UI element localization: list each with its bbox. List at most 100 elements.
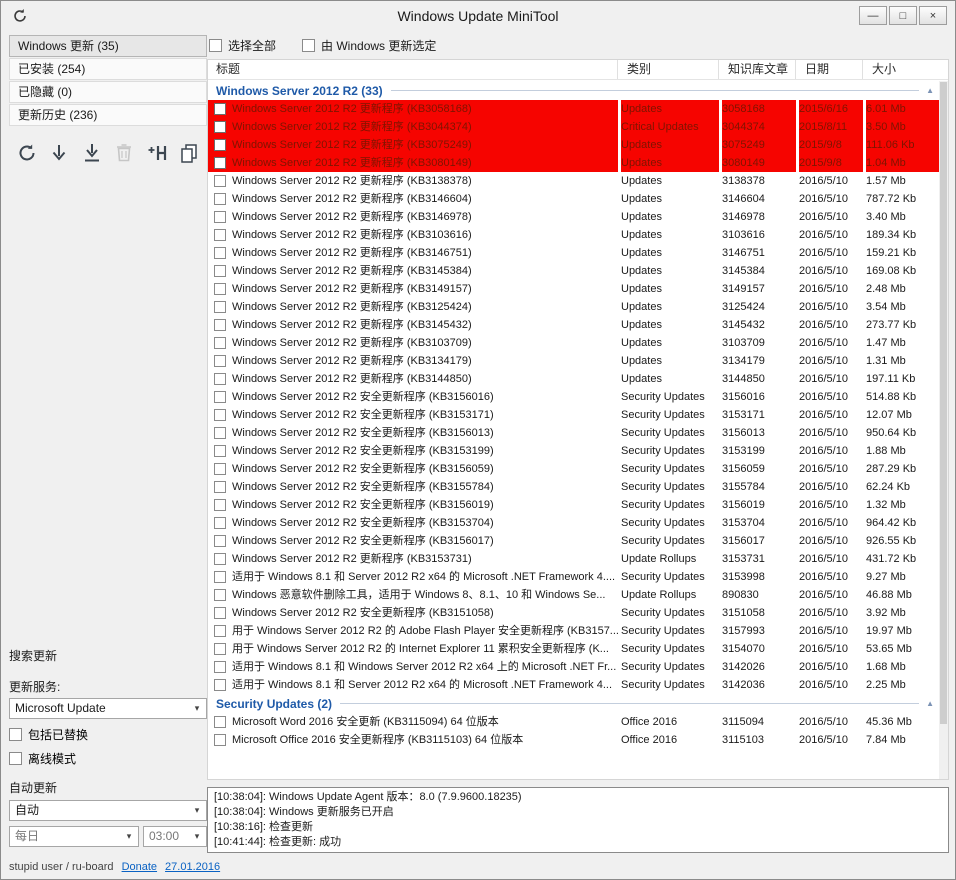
download-icon[interactable] (47, 141, 71, 165)
row-checkbox[interactable] (214, 499, 226, 511)
column-header-date[interactable]: 日期 (799, 60, 863, 79)
select-by-wu-checkbox[interactable] (302, 39, 315, 52)
row-checkbox[interactable] (214, 175, 226, 187)
app-refresh-icon[interactable] (11, 7, 29, 25)
donate-link[interactable]: Donate (122, 861, 157, 873)
update-row[interactable]: Windows Server 2012 R2 更新程序 (KB3103709)U… (208, 334, 939, 352)
row-checkbox[interactable] (214, 211, 226, 223)
schedule-time-select[interactable]: 03:00 ▾ (143, 826, 207, 847)
close-button[interactable]: × (919, 6, 947, 25)
row-checkbox[interactable] (214, 193, 226, 205)
row-checkbox[interactable] (214, 481, 226, 493)
row-checkbox[interactable] (214, 103, 226, 115)
update-row[interactable]: Windows Server 2012 R2 安全更新程序 (KB3156013… (208, 424, 939, 442)
collapse-icon[interactable]: ▲ (926, 86, 934, 95)
row-checkbox[interactable] (214, 157, 226, 169)
update-row[interactable]: Windows Server 2012 R2 更新程序 (KB3149157)U… (208, 280, 939, 298)
row-checkbox[interactable] (214, 571, 226, 583)
schedule-day-select[interactable]: 每日 ▾ (9, 826, 139, 847)
row-checkbox[interactable] (214, 319, 226, 331)
group-header[interactable]: Security Updates (2)▲ (208, 694, 939, 713)
maximize-button[interactable]: □ (889, 6, 917, 25)
update-row[interactable]: Windows Server 2012 R2 更新程序 (KB3146604)U… (208, 190, 939, 208)
update-row[interactable]: Windows Server 2012 R2 更新程序 (KB3134179)U… (208, 352, 939, 370)
nav-item-installed[interactable]: 已安装 (254) (9, 58, 207, 80)
row-checkbox[interactable] (214, 355, 226, 367)
date-link[interactable]: 27.01.2016 (165, 861, 220, 873)
row-checkbox[interactable] (214, 409, 226, 421)
row-checkbox[interactable] (214, 229, 226, 241)
update-row[interactable]: Windows Server 2012 R2 更新程序 (KB3138378)U… (208, 172, 939, 190)
update-row[interactable]: Windows Server 2012 R2 更新程序 (KB3145384)U… (208, 262, 939, 280)
nav-item-hidden[interactable]: 已隐藏 (0) (9, 81, 207, 103)
column-header-size[interactable]: 大小 (866, 60, 941, 79)
search-updates-label[interactable]: 搜索更新 (9, 647, 207, 664)
select-all-checkbox[interactable] (209, 39, 222, 52)
update-row[interactable]: Windows Server 2012 R2 更新程序 (KB3144850)U… (208, 370, 939, 388)
update-row[interactable]: Windows Server 2012 R2 更新程序 (KB3146751)U… (208, 244, 939, 262)
row-checkbox[interactable] (214, 121, 226, 133)
scrollbar-thumb[interactable] (940, 82, 947, 724)
row-checkbox[interactable] (214, 553, 226, 565)
update-row[interactable]: Windows Server 2012 R2 更新程序 (KB3058168)U… (208, 100, 939, 118)
update-row[interactable]: Windows Server 2012 R2 更新程序 (KB3145432)U… (208, 316, 939, 334)
row-checkbox[interactable] (214, 589, 226, 601)
update-row[interactable]: Windows Server 2012 R2 安全更新程序 (KB3156016… (208, 388, 939, 406)
update-row[interactable]: 适用于 Windows 8.1 和 Windows Server 2012 R2… (208, 658, 939, 676)
copy-icon[interactable] (177, 141, 201, 165)
update-row[interactable]: Windows Server 2012 R2 更新程序 (KB3075249)U… (208, 136, 939, 154)
update-row[interactable]: Microsoft Word 2016 安全更新 (KB3115094) 64 … (208, 713, 939, 731)
update-row[interactable]: Windows Server 2012 R2 安全更新程序 (KB3155784… (208, 478, 939, 496)
row-checkbox[interactable] (214, 625, 226, 637)
include-superseded-row[interactable]: 包括已替换 (9, 726, 207, 743)
column-header-kb[interactable]: 知识库文章 (722, 60, 796, 79)
update-row[interactable]: Windows Server 2012 R2 更新程序 (KB3125424)U… (208, 298, 939, 316)
update-row[interactable]: 用于 Windows Server 2012 R2 的 Adobe Flash … (208, 622, 939, 640)
row-checkbox[interactable] (214, 373, 226, 385)
auto-mode-select[interactable]: 自动 ▾ (9, 800, 207, 821)
update-row[interactable]: Windows Server 2012 R2 安全更新程序 (KB3156059… (208, 460, 939, 478)
update-row[interactable]: Windows Server 2012 R2 安全更新程序 (KB3156019… (208, 496, 939, 514)
row-checkbox[interactable] (214, 445, 226, 457)
nav-item-update-history[interactable]: 更新历史 (236) (9, 104, 207, 126)
row-checkbox[interactable] (214, 607, 226, 619)
offline-mode-checkbox[interactable] (9, 752, 22, 765)
row-checkbox[interactable] (214, 643, 226, 655)
nav-item-windows-updates[interactable]: Windows 更新 (35) (9, 35, 207, 57)
update-row[interactable]: 适用于 Windows 8.1 和 Server 2012 R2 x64 的 M… (208, 568, 939, 586)
row-checkbox[interactable] (214, 283, 226, 295)
update-row[interactable]: Windows Server 2012 R2 更新程序 (KB3044374)C… (208, 118, 939, 136)
update-row[interactable]: Windows Server 2012 R2 安全更新程序 (KB3153199… (208, 442, 939, 460)
update-service-select[interactable]: Microsoft Update ▾ (9, 698, 207, 719)
update-row[interactable]: Windows Server 2012 R2 安全更新程序 (KB3151058… (208, 604, 939, 622)
refresh-icon[interactable] (15, 141, 39, 165)
collapse-icon[interactable]: ▲ (926, 699, 934, 708)
offline-mode-row[interactable]: 离线模式 (9, 750, 207, 767)
row-checkbox[interactable] (214, 535, 226, 547)
update-row[interactable]: Windows Server 2012 R2 安全更新程序 (KB3153704… (208, 514, 939, 532)
column-header-category[interactable]: 类别 (621, 60, 719, 79)
row-checkbox[interactable] (214, 391, 226, 403)
row-checkbox[interactable] (214, 716, 226, 728)
group-header[interactable]: Windows Server 2012 R2 (33)▲ (208, 81, 939, 100)
row-checkbox[interactable] (214, 247, 226, 259)
install-icon[interactable] (80, 141, 104, 165)
select-by-wu-row[interactable]: 由 Windows 更新选定 (302, 37, 436, 54)
row-checkbox[interactable] (214, 463, 226, 475)
vertical-scrollbar[interactable] (939, 81, 948, 779)
minimize-button[interactable]: — (859, 6, 887, 25)
update-row[interactable]: Windows Server 2012 R2 更新程序 (KB3146978)U… (208, 208, 939, 226)
row-checkbox[interactable] (214, 139, 226, 151)
row-checkbox[interactable] (214, 661, 226, 673)
update-row[interactable]: Windows Server 2012 R2 安全更新程序 (KB3156017… (208, 532, 939, 550)
row-checkbox[interactable] (214, 427, 226, 439)
update-row[interactable]: Windows Server 2012 R2 更新程序 (KB3080149)U… (208, 154, 939, 172)
row-checkbox[interactable] (214, 301, 226, 313)
update-row[interactable]: Windows 恶意软件删除工具，适用于 Windows 8、8.1、10 和 … (208, 586, 939, 604)
update-row[interactable]: Windows Server 2012 R2 更新程序 (KB3103616)U… (208, 226, 939, 244)
update-row[interactable]: 用于 Windows Server 2012 R2 的 Internet Exp… (208, 640, 939, 658)
update-row[interactable]: 适用于 Windows 8.1 和 Server 2012 R2 x64 的 M… (208, 676, 939, 694)
row-checkbox[interactable] (214, 265, 226, 277)
update-row[interactable]: Windows Server 2012 R2 更新程序 (KB3153731)U… (208, 550, 939, 568)
row-checkbox[interactable] (214, 734, 226, 746)
